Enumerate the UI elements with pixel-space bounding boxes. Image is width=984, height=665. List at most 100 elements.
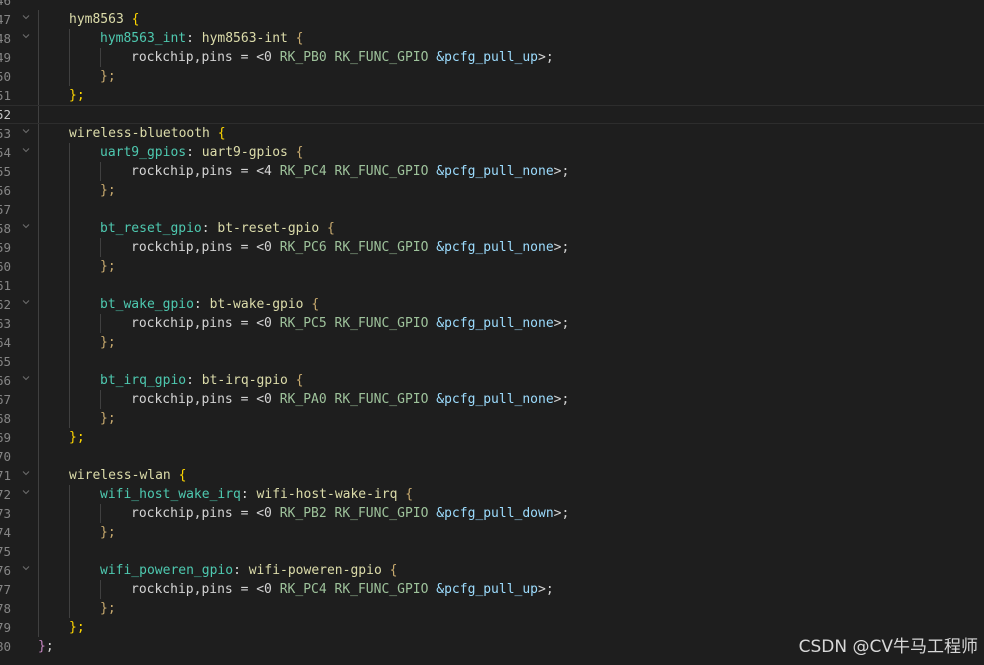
token-punct: :: [186, 144, 202, 160]
code-line[interactable]: 67 rockchip,pins = <0 RK_PA0 RK_FUNC_GPIO…: [0, 390, 984, 409]
token-ref: &pcfg_pull_up: [436, 49, 539, 65]
code-line[interactable]: 58 bt_reset_gpio: bt-reset-gpio {: [0, 219, 984, 238]
line-number: 71: [0, 467, 11, 483]
code-line[interactable]: 48 hym8563_int: hym8563-int {: [0, 29, 984, 48]
code-line[interactable]: 68};: [0, 409, 984, 428]
line-number: 58: [0, 220, 11, 236]
token-label: hym8563_int: [100, 30, 187, 46]
fold-chevron-icon[interactable]: [20, 219, 32, 238]
token-node: bt-irq-gpio: [201, 372, 288, 388]
token-brace3: };: [100, 524, 116, 540]
code-line[interactable]: 52: [0, 104, 984, 124]
code-line[interactable]: 61: [0, 276, 984, 295]
code-line[interactable]: 50};: [0, 67, 984, 86]
code-line[interactable]: 47 hym8563 {: [0, 10, 984, 29]
token-label: wifi_poweren_gpio: [100, 562, 234, 578]
code-line[interactable]: 74};: [0, 523, 984, 542]
code-line[interactable]: 49 rockchip,pins = <0 RK_PB0 RK_FUNC_GPIO…: [0, 48, 984, 67]
token-label: bt_wake_gpio: [100, 296, 194, 312]
token-prop: rockchip,pins: [131, 49, 233, 65]
line-number: 53: [0, 125, 11, 141]
line-number: 57: [0, 201, 11, 217]
token-punct: >;: [553, 239, 570, 255]
token-ref: &pcfg_pull_none: [436, 163, 554, 179]
token-ref: &pcfg_pull_none: [436, 239, 554, 255]
fold-chevron-icon[interactable]: [20, 124, 32, 143]
code-line[interactable]: 64};: [0, 333, 984, 352]
line-number: 55: [0, 163, 11, 179]
token-punct: [124, 12, 132, 27]
code-line[interactable]: 57: [0, 200, 984, 219]
code-line[interactable]: 77 rockchip,pins = <0 RK_PC4 RK_FUNC_GPIO…: [0, 580, 984, 599]
code-text: };: [38, 637, 54, 656]
line-number: 50: [0, 68, 11, 84]
code-line[interactable]: 75: [0, 542, 984, 561]
code-line[interactable]: 53 wireless-bluetooth {: [0, 124, 984, 143]
code-editor[interactable]: 4647hym8563 {48hym8563_int: hym8563-int …: [0, 0, 984, 665]
code-line[interactable]: 51};: [0, 86, 984, 105]
token-const: RK_PA0 RK_FUNC_GPIO: [279, 391, 429, 407]
line-number: 66: [0, 372, 11, 388]
code-line[interactable]: 78};: [0, 599, 984, 618]
line-number: 74: [0, 524, 11, 540]
line-number: 78: [0, 600, 11, 616]
code-text: };: [100, 523, 116, 542]
token-punct: >;: [553, 505, 570, 521]
code-line[interactable]: 63 rockchip,pins = <0 RK_PC5 RK_FUNC_GPIO…: [0, 314, 984, 333]
token-punct: >;: [553, 163, 570, 179]
token-punct: :: [186, 30, 202, 46]
code-line[interactable]: 72 wifi_host_wake_irq: wifi-host-wake-irq…: [0, 485, 984, 504]
code-line[interactable]: 62 bt_wake_gpio: bt-wake-gpio {: [0, 295, 984, 314]
code-line[interactable]: 70: [0, 447, 984, 466]
token-punct: = <0: [232, 581, 280, 597]
code-line[interactable]: 59 rockchip,pins = <0 RK_PC6 RK_FUNC_GPIO…: [0, 238, 984, 257]
token-punct: :: [193, 296, 210, 312]
fold-chevron-icon[interactable]: [20, 295, 32, 314]
code-line[interactable]: 76 wifi_poweren_gpio: wifi-poweren-gpio {: [0, 561, 984, 580]
fold-chevron-icon[interactable]: [20, 485, 32, 504]
token-brace3: {: [295, 144, 304, 160]
code-line[interactable]: 56};: [0, 181, 984, 200]
fold-chevron-icon[interactable]: [20, 143, 32, 162]
line-number: 77: [0, 581, 11, 597]
token-prop: rockchip,pins: [131, 239, 233, 255]
line-number: 56: [0, 182, 11, 198]
code-text: rockchip,pins = <0 RK_PC5 RK_FUNC_GPIO &…: [131, 314, 569, 333]
fold-chevron-icon[interactable]: [20, 466, 32, 485]
fold-chevron-icon[interactable]: [20, 29, 32, 48]
fold-chevron-icon[interactable]: [20, 561, 32, 580]
token-brace3: {: [311, 296, 320, 312]
line-number: 79: [0, 619, 11, 635]
token-node: hym8563: [69, 11, 124, 27]
code-text: rockchip,pins = <0 RK_PB2 RK_FUNC_GPIO &…: [131, 504, 569, 523]
token-brace3: };: [100, 258, 116, 274]
token-brace3: };: [100, 68, 116, 84]
fold-chevron-icon[interactable]: [20, 371, 32, 390]
code-text: };: [69, 428, 85, 447]
code-line[interactable]: 73 rockchip,pins = <0 RK_PB2 RK_FUNC_GPIO…: [0, 504, 984, 523]
token-punct: >;: [553, 315, 570, 331]
token-brace3: {: [405, 486, 414, 502]
fold-chevron-icon[interactable]: [20, 10, 32, 29]
code-line[interactable]: 54 uart9_gpios: uart9-gpios {: [0, 143, 984, 162]
line-number: 48: [0, 30, 11, 46]
line-number: 46: [0, 0, 11, 8]
token-punct: = <0: [232, 49, 280, 65]
code-line[interactable]: 46: [0, 0, 984, 10]
code-line[interactable]: 66 bt_irq_gpio: bt-irq-gpio {: [0, 371, 984, 390]
code-line[interactable]: 69};: [0, 428, 984, 447]
token-punct: [288, 373, 296, 388]
token-ref: &pcfg_pull_down: [436, 505, 554, 521]
code-line[interactable]: 65: [0, 352, 984, 371]
token-punct: ;: [45, 638, 54, 654]
code-line[interactable]: 60};: [0, 257, 984, 276]
token-punct: [210, 126, 218, 141]
token-punct: = <0: [232, 239, 280, 255]
code-text: };: [100, 257, 116, 276]
token-punct: :: [201, 220, 218, 236]
code-line[interactable]: 71 wireless-wlan {: [0, 466, 984, 485]
token-prop: rockchip,pins: [131, 315, 233, 331]
code-line[interactable]: 55 rockchip,pins = <4 RK_PC4 RK_FUNC_GPIO…: [0, 162, 984, 181]
line-number: 60: [0, 258, 11, 274]
token-prop: rockchip,pins: [131, 163, 233, 179]
